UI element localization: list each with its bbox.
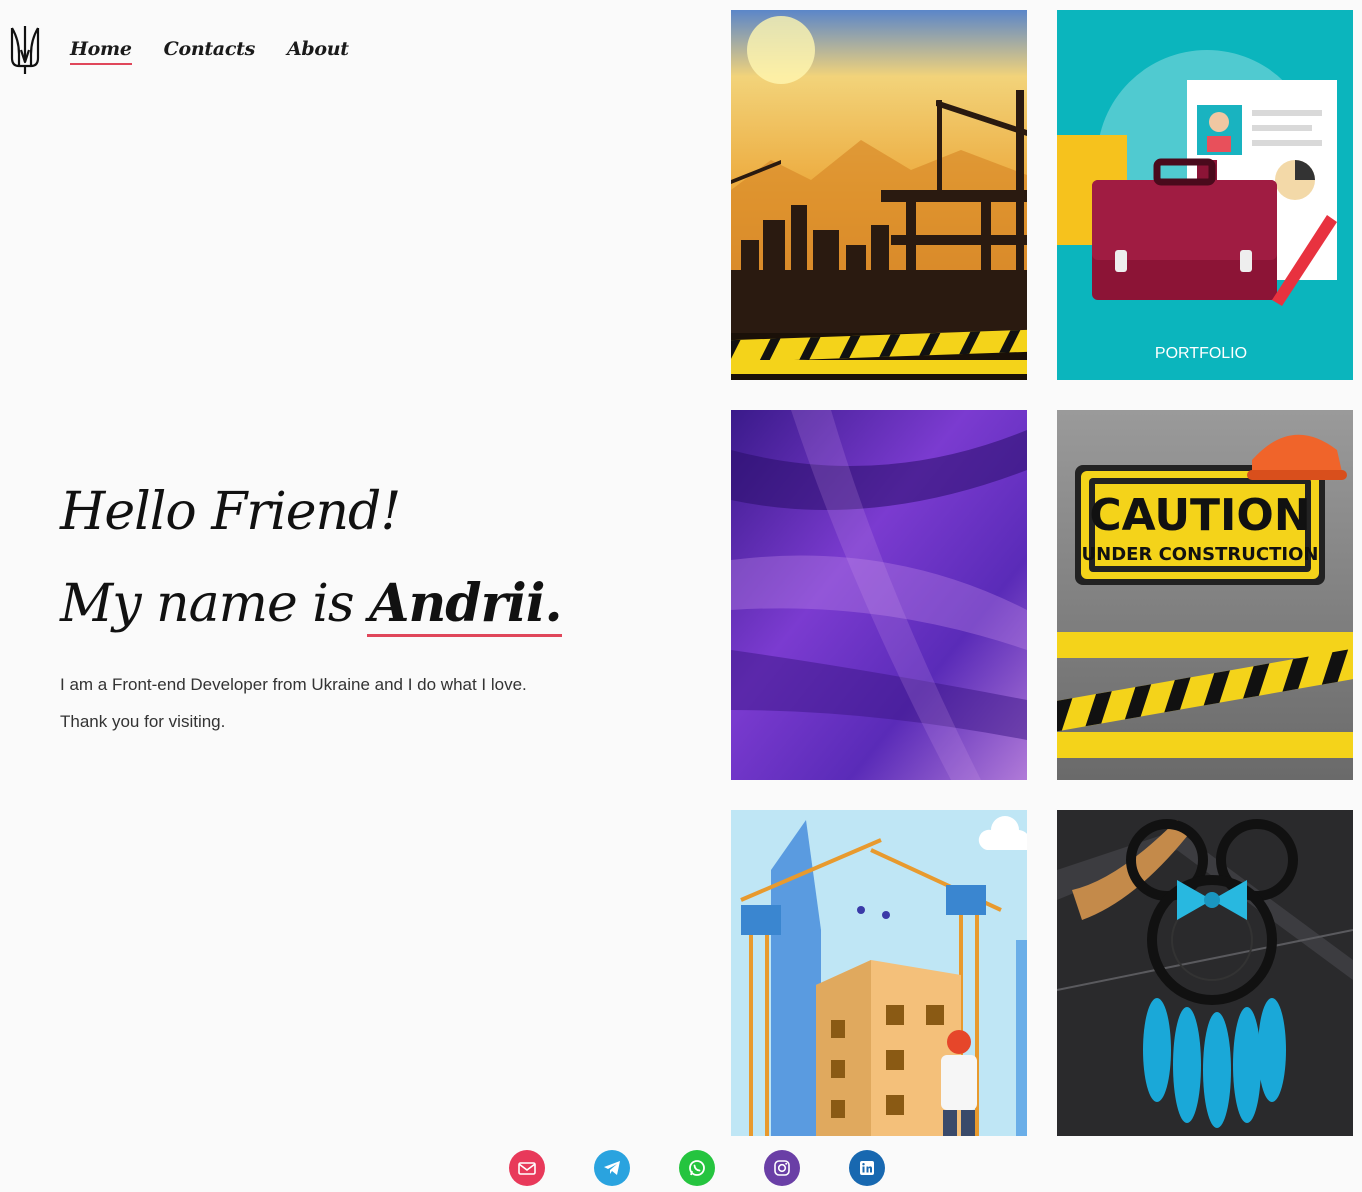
nav-about-link[interactable]: About	[287, 38, 349, 64]
caution-sign-image[interactable]: CAUTION UNDER CONSTRUCTION	[1057, 410, 1353, 780]
caution-title: CAUTION	[1089, 490, 1310, 541]
trident-icon[interactable]	[9, 24, 41, 76]
instagram-icon[interactable]	[764, 1150, 800, 1186]
hero-greeting: Hello Friend!	[60, 482, 401, 542]
hero-name-prefix: My name is	[60, 574, 370, 634]
social-links	[0, 1150, 1362, 1186]
nav-contacts-link[interactable]: Contacts	[164, 38, 256, 64]
hero-section: Hello Friend! My name is Andrii. I am a …	[60, 466, 680, 740]
mail-icon[interactable]	[509, 1150, 545, 1186]
construction-sunset-image[interactable]	[731, 10, 1027, 380]
telegram-icon[interactable]	[594, 1150, 630, 1186]
nav-home-link[interactable]: Home	[70, 38, 132, 65]
purple-feathers-image[interactable]	[731, 410, 1027, 780]
hero-intro: I am a Front-end Developer from Ukraine …	[60, 675, 527, 694]
hero-thanks: Thank you for visiting.	[60, 712, 226, 731]
dreamcatcher-image[interactable]	[1057, 810, 1353, 1136]
building-cranes-image[interactable]	[731, 810, 1027, 1136]
portfolio-briefcase-image[interactable]: PORTFOLIO	[1057, 10, 1353, 380]
hero-heading: Hello Friend! My name is Andrii.	[60, 466, 680, 650]
main-nav: Home Contacts About	[70, 38, 349, 65]
caution-subtitle: UNDER CONSTRUCTION	[1082, 544, 1319, 565]
hero-name: Andrii.	[369, 573, 563, 634]
portfolio-caption: PORTFOLIO	[1155, 345, 1247, 362]
whatsapp-icon[interactable]	[679, 1150, 715, 1186]
linkedin-icon[interactable]	[849, 1150, 885, 1186]
